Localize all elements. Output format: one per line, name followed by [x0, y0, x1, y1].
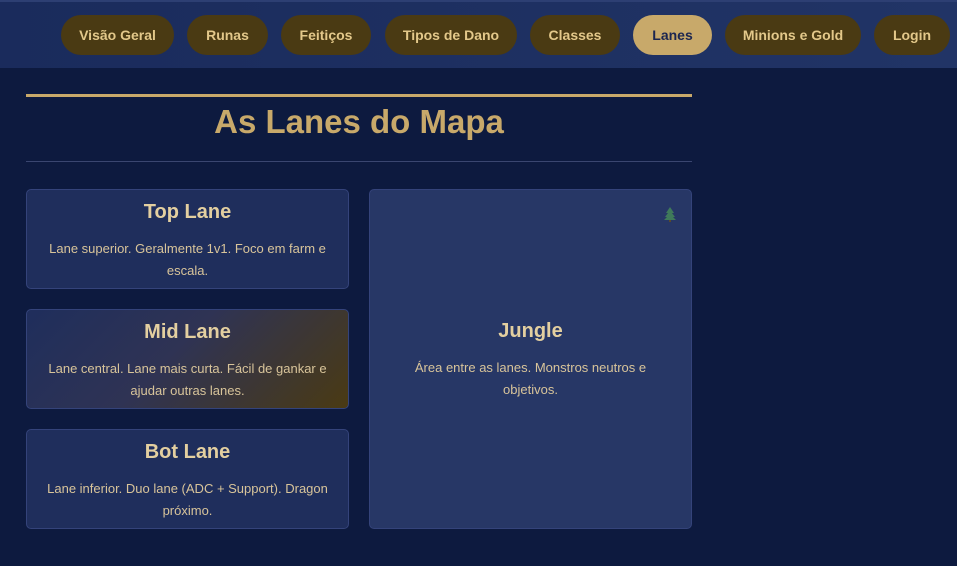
- top-lane-description: Lane superior. Geralmente 1v1. Foco em f…: [49, 241, 326, 278]
- nav-item-runas[interactable]: Runas: [187, 15, 268, 55]
- nav-item-visao-geral[interactable]: Visão Geral: [61, 15, 174, 55]
- nav-item-classes[interactable]: Classes: [530, 15, 620, 55]
- jungle-title: Jungle: [498, 320, 563, 342]
- nav-item-feiticos[interactable]: Feitiços: [281, 15, 371, 55]
- page-title: As Lanes do Mapa: [214, 103, 504, 140]
- top-lane-title: Top Lane: [143, 201, 232, 223]
- top-navbar: Visão Geral Runas Feitiços Tipos de Dano…: [0, 0, 957, 68]
- mid-lane-title: Mid Lane: [144, 321, 231, 343]
- nav-item-lanes[interactable]: Lanes: [633, 15, 712, 55]
- mid-lane-card: Mid Lane Lane central. Lane mais curta. …: [26, 309, 349, 409]
- mid-lane-description: Lane central. Lane mais curta. Fácil de …: [48, 361, 327, 398]
- top-lane-card: Top Lane Lane superior. Geralmente 1v1. …: [26, 189, 349, 289]
- tree-icon: [664, 207, 676, 222]
- bot-lane-title: Bot Lane: [144, 441, 231, 463]
- bot-lane-card: Bot Lane Lane inferior. Duo lane (ADC + …: [26, 429, 349, 529]
- jungle-card: Jungle Área entre as lanes. Monstros neu…: [369, 189, 692, 529]
- nav-item-tipos-de-dano[interactable]: Tipos de Dano: [385, 15, 517, 55]
- nav-item-login[interactable]: Login: [874, 15, 950, 55]
- bot-lane-description: Lane inferior. Duo lane (ADC + Support).…: [47, 481, 328, 518]
- jungle-description: Área entre as lanes. Monstros neutros e …: [414, 360, 647, 397]
- page-header: As Lanes do Mapa: [26, 94, 692, 162]
- nav-item-minions-e-gold[interactable]: Minions e Gold: [725, 15, 861, 55]
